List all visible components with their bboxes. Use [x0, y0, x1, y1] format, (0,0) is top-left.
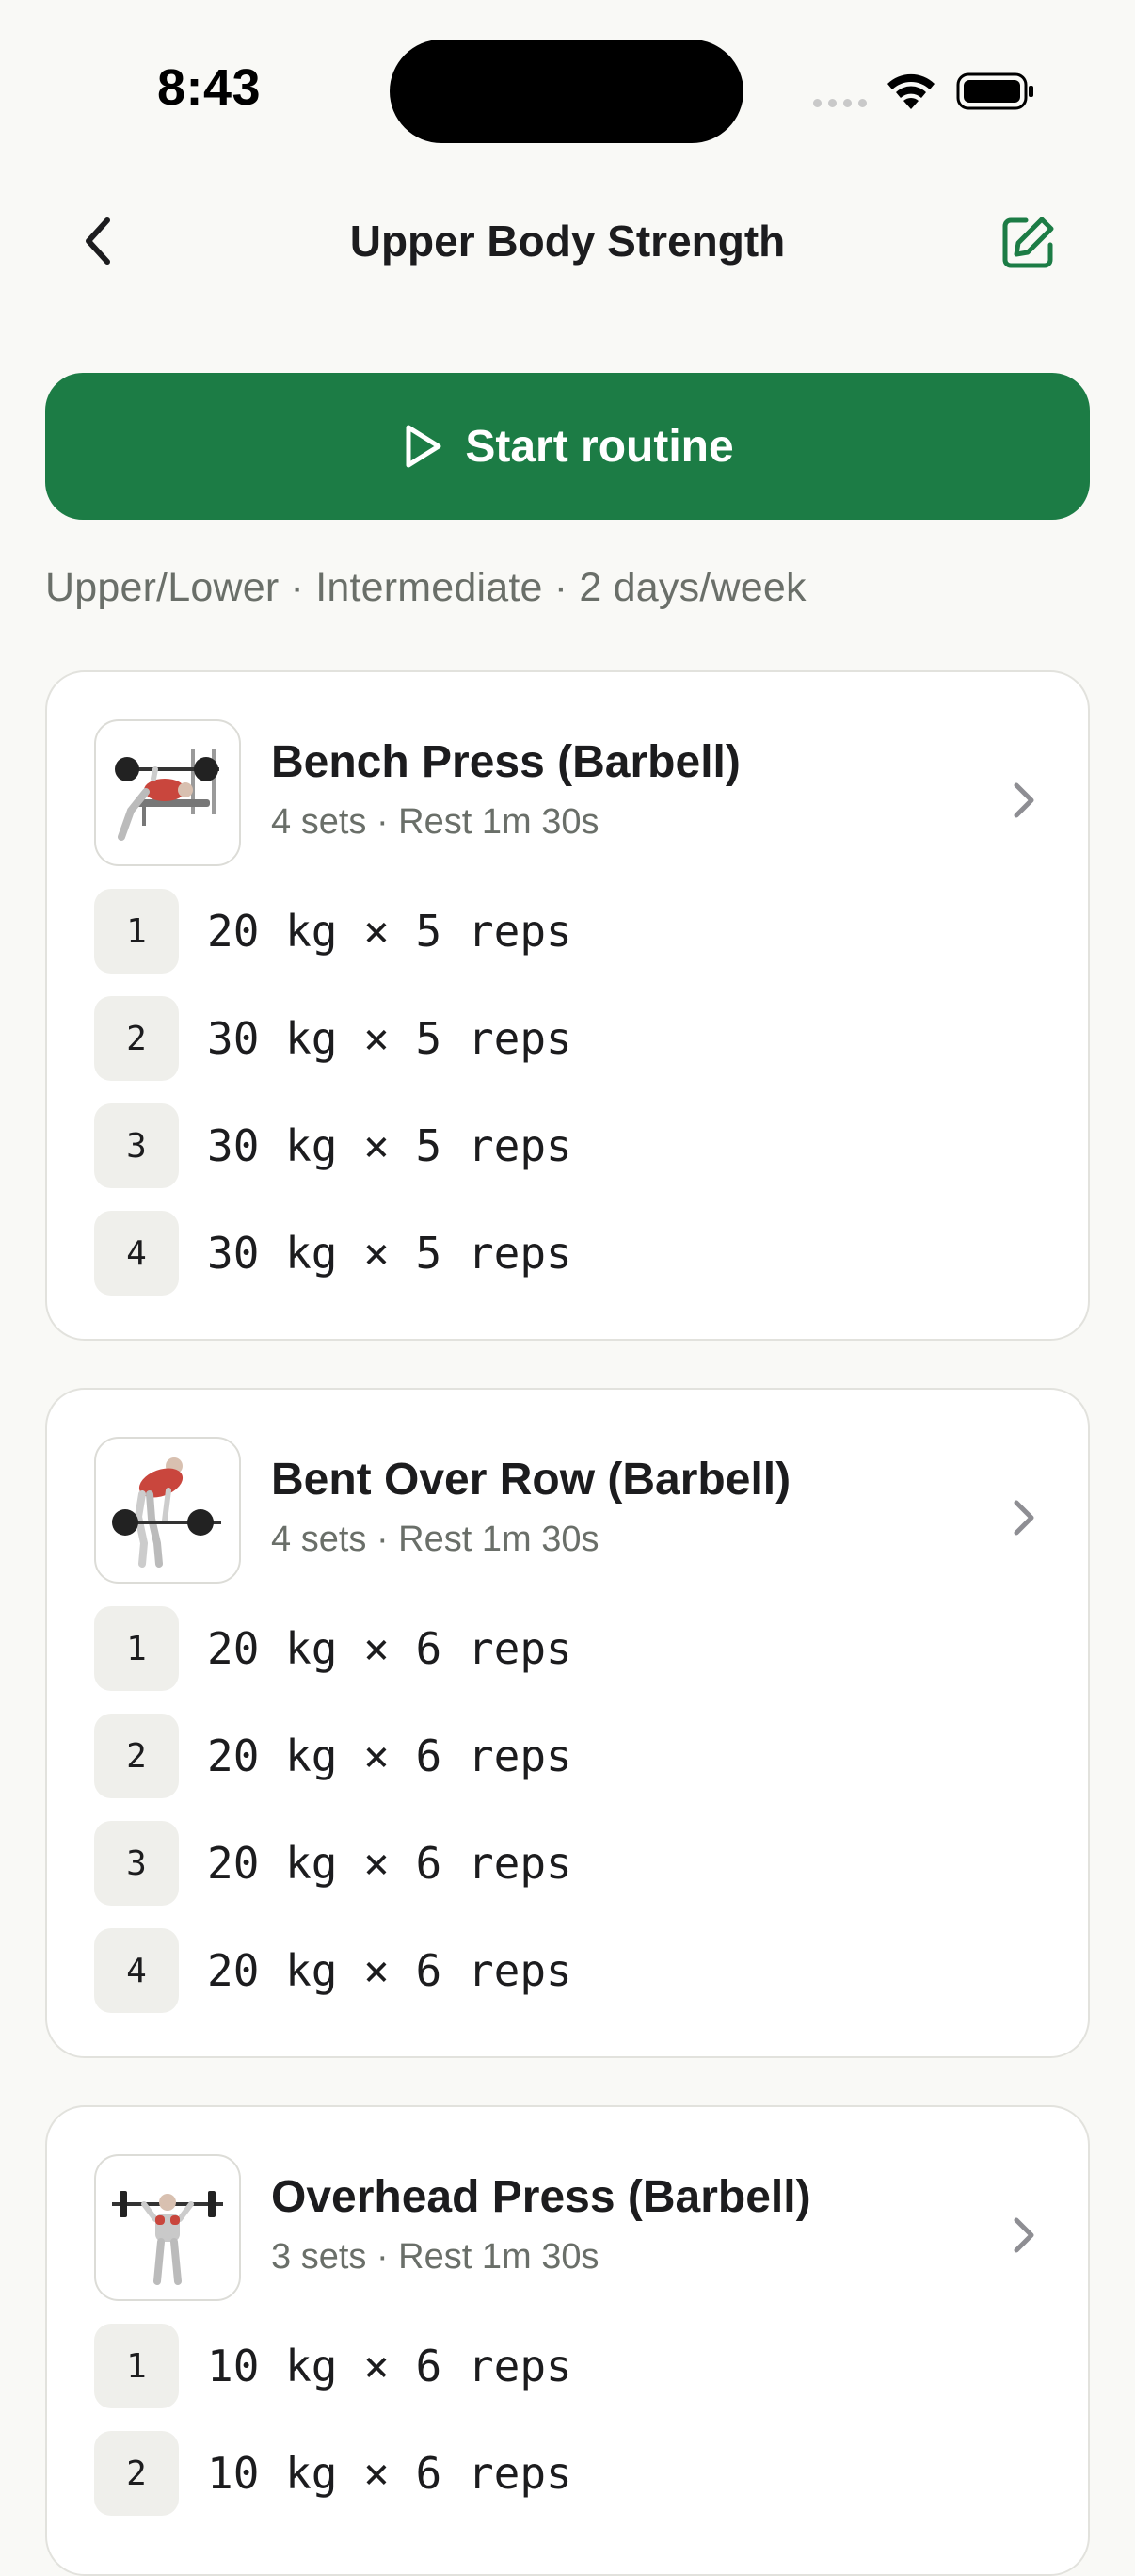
exercise-header[interactable]: Bench Press (Barbell) 4 sets · Rest 1m 3…	[47, 672, 1088, 876]
set-row[interactable]: 2 20 kg × 6 reps	[94, 1714, 572, 1798]
exercise-summary: 4 sets · Rest 1m 30s	[271, 802, 599, 842]
set-number: 3	[94, 1821, 179, 1906]
bent-over-row-illustration	[94, 1437, 241, 1584]
chevron-right-icon	[1014, 2217, 1034, 2253]
set-detail: 20 kg × 6 reps	[207, 1838, 572, 1889]
set-detail: 20 kg × 6 reps	[207, 1623, 572, 1674]
chevron-right-icon	[1014, 1500, 1034, 1536]
chevron-right-icon	[1014, 782, 1034, 818]
start-routine-label: Start routine	[465, 421, 734, 472]
bench-press-illustration	[94, 719, 241, 866]
battery-icon	[956, 72, 1033, 110]
set-number: 2	[94, 996, 179, 1081]
exercise-name: Overhead Press (Barbell)	[271, 2172, 811, 2222]
set-detail: 30 kg × 5 reps	[207, 1013, 572, 1064]
dynamic-island	[390, 40, 743, 143]
cellular-signal-icon	[813, 99, 867, 107]
set-row[interactable]: 4 30 kg × 5 reps	[94, 1211, 572, 1296]
status-bar: 8:43	[0, 0, 1135, 179]
overhead-press-illustration	[94, 2154, 241, 2301]
exercise-summary: 4 sets · Rest 1m 30s	[271, 1520, 599, 1559]
set-number: 1	[94, 889, 179, 974]
exercise-card: Bench Press (Barbell) 4 sets · Rest 1m 3…	[45, 670, 1090, 1341]
set-number: 1	[94, 2324, 179, 2408]
exercise-header[interactable]: Bent Over Row (Barbell) 4 sets · Rest 1m…	[47, 1390, 1088, 1593]
set-row[interactable]: 1 10 kg × 6 reps	[94, 2324, 572, 2408]
chevron-left-icon	[86, 217, 110, 265]
exercise-summary: 3 sets · Rest 1m 30s	[271, 2237, 599, 2277]
set-number: 4	[94, 1928, 179, 2013]
exercise-card: Overhead Press (Barbell) 3 sets · Rest 1…	[45, 2105, 1090, 2576]
edit-button[interactable]	[992, 207, 1063, 279]
set-number: 3	[94, 1103, 179, 1188]
exercise-header[interactable]: Overhead Press (Barbell) 3 sets · Rest 1…	[47, 2107, 1088, 2310]
set-row[interactable]: 3 30 kg × 5 reps	[94, 1103, 572, 1188]
start-routine-button[interactable]: Start routine	[45, 373, 1090, 520]
set-number: 2	[94, 1714, 179, 1798]
set-detail: 20 kg × 6 reps	[207, 1731, 572, 1781]
page-title: Upper Body Strength	[349, 217, 786, 266]
set-detail: 30 kg × 5 reps	[207, 1228, 572, 1279]
edit-icon	[1002, 217, 1054, 268]
set-row[interactable]: 2 10 kg × 6 reps	[94, 2431, 572, 2516]
set-row[interactable]: 3 20 kg × 6 reps	[94, 1821, 572, 1906]
set-number: 1	[94, 1606, 179, 1691]
status-time: 8:43	[156, 59, 262, 116]
set-detail: 20 kg × 5 reps	[207, 906, 572, 957]
set-row[interactable]: 1 20 kg × 5 reps	[94, 889, 572, 974]
wifi-icon	[887, 73, 935, 109]
set-row[interactable]: 2 30 kg × 5 reps	[94, 996, 572, 1081]
set-detail: 20 kg × 6 reps	[207, 1945, 572, 1996]
set-number: 4	[94, 1211, 179, 1296]
play-icon	[406, 425, 441, 468]
set-number: 2	[94, 2431, 179, 2516]
exercise-card: Bent Over Row (Barbell) 4 sets · Rest 1m…	[45, 1388, 1090, 2058]
set-detail: 10 kg × 6 reps	[207, 2341, 572, 2391]
set-row[interactable]: 1 20 kg × 6 reps	[94, 1606, 572, 1691]
set-detail: 30 kg × 5 reps	[207, 1120, 572, 1171]
exercise-name: Bent Over Row (Barbell)	[271, 1455, 791, 1505]
nav-bar: Upper Body Strength	[0, 179, 1135, 292]
exercise-name: Bench Press (Barbell)	[271, 737, 741, 787]
routine-meta: Upper/Lower · Intermediate · 2 days/week	[45, 565, 807, 610]
set-row[interactable]: 4 20 kg × 6 reps	[94, 1928, 572, 2013]
set-detail: 10 kg × 6 reps	[207, 2448, 572, 2499]
back-button[interactable]	[64, 207, 132, 275]
